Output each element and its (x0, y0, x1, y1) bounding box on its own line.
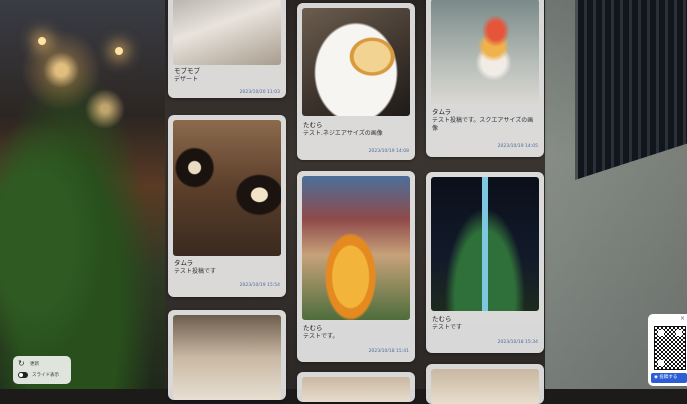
post-photo (302, 377, 410, 402)
post-photo (302, 8, 410, 116)
post-text: テスト.ネジエアサイズの画像 (303, 129, 383, 137)
post-author: たむら (432, 315, 452, 323)
post-card[interactable]: たむら テストです。 2023/10/18 15:41 (297, 171, 415, 362)
post-card[interactable]: タムラ テスト投稿です 2023/10/19 15:54 (168, 115, 286, 297)
toggle-switch[interactable] (18, 372, 28, 378)
post-photo (173, 120, 281, 256)
post-photo (302, 176, 410, 320)
post-meta: モブモブ デザート (174, 67, 280, 84)
autoplay-label: スライド表示 (32, 373, 59, 378)
post-text: テスト投稿です。スクエアサイズの画像 (432, 116, 534, 132)
post-card[interactable]: たむら テスト.ネジエアサイズの画像 2023/10/19 14:08 (297, 3, 415, 160)
post-date: 2023/10/19 14:08 (368, 149, 409, 154)
post-photo (431, 369, 539, 404)
post-meta: タムラ テスト投稿です。スクエアサイズの画像 (432, 108, 538, 133)
post-author: タムラ (174, 259, 194, 267)
post-photo (431, 177, 539, 311)
post-meta: タムラ テスト投稿です (174, 259, 280, 276)
post-meta: たむら テストです。 (303, 324, 409, 341)
background-lamp (38, 37, 46, 45)
post-button-label: 投稿する (659, 375, 678, 380)
post-date: 2023/10/19 15:54 (239, 283, 280, 288)
post-card[interactable] (297, 372, 415, 402)
post-date: 2023/10/18 15:41 (368, 349, 409, 354)
post-author: たむら (303, 324, 323, 332)
qr-widget: × ◉ 投稿する (648, 314, 687, 386)
background-lamp (115, 47, 123, 55)
autoplay-toggle[interactable]: スライド表示 (18, 372, 59, 378)
post-date: 2023/10/20 11:03 (239, 90, 280, 95)
display-controls: ↻ 更新 スライド表示 (13, 356, 71, 384)
post-author: たむら (303, 121, 323, 129)
post-card[interactable] (426, 364, 544, 404)
post-meta: たむら テスト.ネジエアサイズの画像 (303, 121, 409, 138)
post-photo (173, 0, 281, 65)
post-text: テスト投稿です (174, 267, 217, 275)
qr-code (654, 326, 686, 370)
post-card[interactable]: タムラ テスト投稿です。スクエアサイズの画像 2023/10/19 14:05 (426, 0, 544, 157)
post-photo (431, 0, 539, 105)
close-icon[interactable]: × (680, 315, 685, 322)
refresh-button[interactable]: ↻ 更新 (18, 360, 39, 368)
refresh-label: 更新 (30, 362, 39, 367)
post-card[interactable]: モブモブ デザート 2023/10/20 11:03 (168, 0, 286, 98)
post-text: テストです (432, 323, 463, 331)
background-photo-restaurant (0, 0, 175, 389)
post-author: タムラ (432, 108, 452, 116)
post-card[interactable]: たむら テストです 2023/10/18 15:34 (426, 172, 544, 353)
post-text: デザート (174, 75, 199, 83)
post-date: 2023/10/18 15:34 (497, 340, 538, 345)
post-text: テストです。 (303, 332, 339, 340)
post-photo (173, 315, 281, 400)
post-date: 2023/10/19 14:05 (497, 144, 538, 149)
post-card[interactable] (168, 310, 286, 400)
refresh-icon: ↻ (18, 359, 25, 368)
post-author: モブモブ (174, 67, 200, 75)
post-meta: たむら テストです (432, 315, 538, 332)
post-button[interactable]: ◉ 投稿する (651, 373, 687, 383)
